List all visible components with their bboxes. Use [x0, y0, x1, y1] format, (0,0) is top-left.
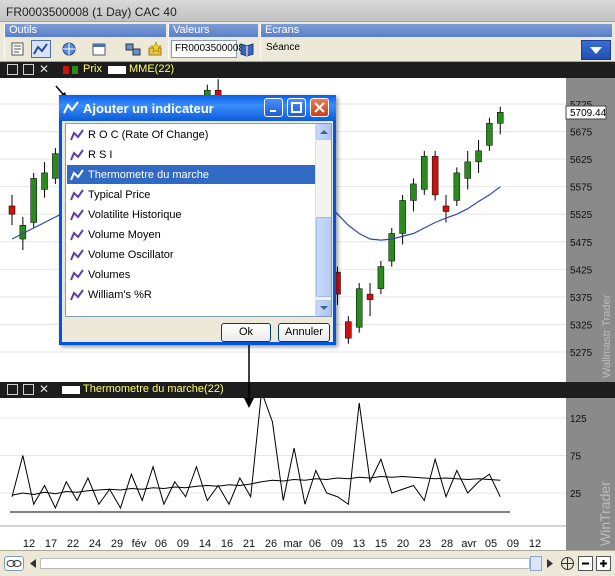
indicator-list-item[interactable]: Thermometre du marche: [67, 165, 315, 184]
indicator-list-item-label: Volumes: [88, 268, 131, 281]
indicator-chart-icon: [70, 208, 84, 220]
indicator-list-item[interactable]: R O C (Rate Of Change): [67, 125, 315, 144]
indicator-list-item[interactable]: R S I: [67, 145, 315, 164]
list-scrollbar[interactable]: [315, 124, 331, 316]
scroll-left-button[interactable]: [27, 556, 39, 571]
scroll-right-button[interactable]: [544, 556, 556, 571]
indicator-chart-icon: [70, 188, 84, 200]
chevron-up-icon: [320, 130, 328, 134]
indicator-chart-icon: [70, 168, 84, 180]
indicator-list-item-label: R S I: [88, 148, 113, 161]
indicator-list-item-label: Volume Moyen: [88, 228, 161, 241]
indicator-list-item-label: Thermometre du marche: [88, 168, 210, 181]
scroll-thumb[interactable]: [316, 217, 331, 297]
indicator-chart-icon: [70, 248, 84, 260]
pan-button[interactable]: [560, 556, 575, 571]
maximize-button[interactable]: [287, 98, 306, 117]
indicator-list-item-label: R O C (Rate Of Change): [88, 128, 209, 141]
indicator-list-item[interactable]: Volume Moyen: [67, 225, 315, 244]
indicator-chart-icon: [70, 128, 84, 140]
plus-icon: [600, 560, 607, 567]
indicator-list-item-label: Typical Price: [88, 188, 151, 201]
cancel-button[interactable]: Annuler: [278, 323, 330, 342]
indicator-list-item-label: William's %R: [88, 288, 152, 301]
indicator-list-item-label: Volume Oscillator: [88, 248, 174, 261]
dialog-title: Ajouter un indicateur: [83, 101, 214, 116]
minus-icon: [582, 562, 589, 565]
indicator-chart-icon: [70, 268, 84, 280]
indicator-list-item[interactable]: Volume Oscillator: [67, 245, 315, 264]
zoom-in-button[interactable]: [596, 556, 611, 571]
indicator-list-item[interactable]: Typical Price: [67, 185, 315, 204]
indicator-listbox[interactable]: R O C (Rate Of Change) R S I Thermometre d…: [65, 123, 332, 317]
indicator-list-item[interactable]: Volumes: [67, 265, 315, 284]
add-indicator-dialog: Ajouter un indicateur R O C (Rate Of Cha…: [59, 95, 336, 345]
scroll-track[interactable]: [40, 558, 530, 569]
maximize-icon: [291, 102, 302, 113]
chevron-left-icon: [30, 559, 36, 568]
scroll-right-thumb[interactable]: [530, 556, 542, 571]
indicator-chart-icon: [70, 148, 84, 160]
indicator-list-item[interactable]: William's %R: [67, 285, 315, 304]
zoom-out-button[interactable]: [578, 556, 593, 571]
indicator-chart-icon: [70, 228, 84, 240]
close-icon: [314, 102, 325, 113]
indicator-chart-icon: [63, 101, 79, 114]
indicator-list-item[interactable]: Volatilite Historique: [67, 205, 315, 224]
chevron-down-icon: [320, 306, 328, 310]
indicator-chart-icon: [70, 288, 84, 300]
minimize-icon: [269, 109, 276, 112]
chevron-right-icon: [547, 559, 553, 568]
move-icon: [561, 557, 574, 570]
link-button[interactable]: [4, 556, 24, 571]
minimize-button[interactable]: [264, 98, 283, 117]
link-icon: [6, 560, 22, 567]
time-scrollbar: [0, 550, 615, 576]
ok-button[interactable]: Ok: [221, 323, 271, 342]
dialog-title-bar: Ajouter un indicateur: [59, 95, 336, 121]
scroll-up-button[interactable]: [316, 124, 331, 140]
indicator-list-item-label: Volatilite Historique: [88, 208, 182, 221]
scroll-down-button[interactable]: [316, 300, 331, 316]
close-button[interactable]: [310, 98, 329, 117]
